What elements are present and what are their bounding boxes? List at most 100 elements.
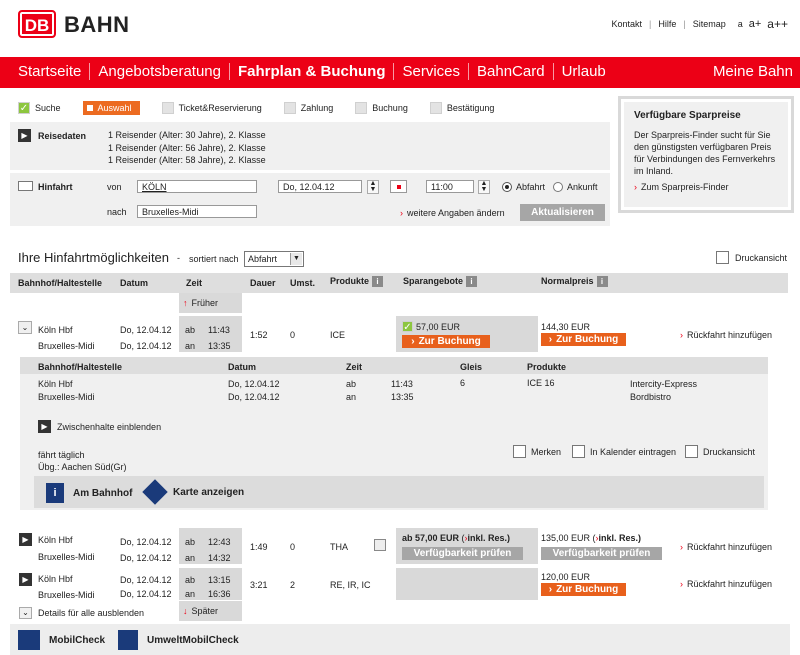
info-icon[interactable]: i [466,276,478,288]
check-icon: ✓ [402,321,413,333]
ankunft-radio[interactable] [553,182,564,192]
am-bahnhof-link[interactable]: i Am Bahnhof [46,483,132,503]
hilfe-link[interactable]: Hilfe [658,19,676,29]
products: RE, IR, IC [330,580,371,590]
step-zahlung: Zahlung [283,102,333,114]
print-link[interactable]: Druckansicht [716,251,787,264]
col-time: Zeit [186,278,203,288]
nav-startseite[interactable]: Startseite [18,63,89,80]
font-size-medium[interactable]: a+ [749,18,762,30]
earlier-button[interactable]: ↑ Früher [179,293,242,313]
booking-steps: ✓ Suche Auswahl Ticket&Reservierung Zahlu… [18,101,516,115]
later-button[interactable]: ↓ Später [179,601,242,621]
verfuegbarkeit-button[interactable]: Verfügbarkeit prüfen [402,547,523,560]
verfuegbarkeit-button[interactable]: Verfügbarkeit prüfen [541,547,662,560]
spar-price: ab 57,00 EUR [402,533,460,543]
train-icon [18,181,33,191]
db-logo[interactable]: DB BAHN [18,10,130,38]
notepad-icon [513,445,526,458]
dep-time: 13:15 [208,575,231,585]
top-links: Kontakt | Hilfe | Sitemap a a+ a++ [611,17,788,31]
von-input[interactable]: KÖLN [137,180,257,193]
col-normalpreis: Normalpreis i [541,276,608,288]
umwelt-icon [118,630,138,650]
kalender-link[interactable]: In Kalender eintragen [572,445,676,458]
date-input[interactable]: Do, 12.04.12 [278,180,362,193]
detail-date: Do, 12.04.12 [228,379,280,389]
weitere-angaben-link[interactable]: › weitere Angaben ändern [400,208,505,218]
step-suche[interactable]: ✓ Suche [18,102,61,114]
connection-details: Bahnhof/Haltestelle Datum Zeit Gleis Pro… [20,357,768,510]
calendar-icon [572,445,585,458]
dep-date: Do, 12.04.12 [120,537,172,547]
normal-price: 135,00 EUR (›inkl. Res.) [541,533,642,543]
magnifier-icon[interactable] [374,539,386,551]
hide-all-details[interactable]: ⌄ Details für alle ausblenden [19,607,144,619]
duration: 1:49 [250,542,268,552]
expand-arrow-icon[interactable]: ▶ [18,129,31,142]
sitemap-link[interactable]: Sitemap [693,19,726,29]
check-icon: ✓ [18,102,30,114]
expand-arrow-icon[interactable]: ▶ [19,573,32,586]
nav-meine-bahn[interactable]: Meine Bahn [713,63,793,80]
reisedaten-label: Reisedaten [38,131,87,141]
detail-time: 11:43 [391,379,413,389]
spar-cell: ab 57,00 EUR (›inkl. Res.) Verfügbarkeit… [396,528,538,564]
nav-fahrplan-buchung[interactable]: Fahrplan & Buchung [228,63,394,80]
to-station: Bruxelles-Midi [38,552,95,562]
duration: 1:52 [250,330,268,340]
date-spinner[interactable]: ▲ ▼ [367,180,379,194]
info-icon[interactable]: i [596,276,608,288]
time-spinner[interactable]: ▲ ▼ [478,180,490,194]
expand-arrow-icon[interactable]: ▶ [19,533,32,546]
dep-date: Do, 12.04.12 [120,325,172,335]
changes: 2 [290,580,296,590]
zwischenhalte-toggle[interactable]: ▶ Zwischenhalte einblenden [38,420,161,433]
note-transfer: Übg.: Aachen Süd(Gr) [38,462,127,472]
info-icon[interactable]: i [372,276,384,288]
nav-angebotsberatung[interactable]: Angebotsberatung [89,63,229,80]
time-input[interactable]: 11:00 [426,180,474,193]
collapse-icon[interactable]: ⌄ [18,321,32,334]
to-station: Bruxelles-Midi [38,341,95,351]
results-dash: - [177,253,180,263]
karte-link[interactable]: Karte anzeigen [142,479,244,505]
font-size-large[interactable]: a++ [767,17,788,31]
zur-buchung-button[interactable]: › Zur Buchung [541,333,626,346]
font-size-small[interactable]: a [738,19,743,29]
kontakt-link[interactable]: Kontakt [611,19,642,29]
rueckfahrt-link[interactable]: › Rückfahrt hinzufügen [680,542,772,552]
results-header: Bahnhof/Haltestelle Datum Zeit Dauer Ums… [10,273,788,293]
detail-extra: Intercity-Express [630,379,698,389]
results-title: Ihre Hinfahrtmöglichkeiten [18,250,170,265]
detail-station: Köln Hbf [38,379,73,389]
col-changes: Umst. [290,278,316,288]
rueckfahrt-link[interactable]: › Rückfahrt hinzufügen [680,579,772,589]
merken-link[interactable]: Merken [513,445,561,458]
changes: 0 [290,330,296,340]
aktualisieren-button[interactable]: Aktualisieren [520,204,605,221]
nav-bahncard[interactable]: BahnCard [468,63,553,80]
zur-buchung-button[interactable]: › Zur Buchung [541,583,626,596]
hinfahrt-label: Hinfahrt [38,182,73,192]
sparpreis-link[interactable]: › Zum Sparpreis-Finder [634,181,778,193]
nach-input[interactable]: Bruxelles-Midi [137,205,257,218]
sort-select[interactable]: Abfahrt ▼ [244,251,304,267]
nav-urlaub[interactable]: Urlaub [552,63,614,80]
db-logo-text: BAHN [64,12,130,37]
detail-station: Bruxelles-Midi [38,392,95,402]
from-station: Köln Hbf [38,535,73,545]
rueckfahrt-link[interactable]: › Rückfahrt hinzufügen [680,330,772,340]
calendar-icon[interactable] [390,180,407,193]
footer-bar: MobilCheck UmweltMobilCheck [10,624,790,655]
red-arrow-icon: › [634,182,637,192]
spar-cell: ✓ 57,00 EUR › Zur Buchung [396,316,538,352]
zur-buchung-button[interactable]: › Zur Buchung [402,335,490,348]
umweltmobilcheck-link[interactable]: UmweltMobilCheck [118,630,239,650]
detail-gleis: 6 [460,378,466,388]
info-bhf-icon: i [46,483,64,503]
abfahrt-radio[interactable] [502,182,512,192]
nav-services[interactable]: Services [393,63,468,80]
mobilcheck-link[interactable]: MobilCheck [18,630,105,650]
druck-link[interactable]: Druckansicht [685,445,755,458]
